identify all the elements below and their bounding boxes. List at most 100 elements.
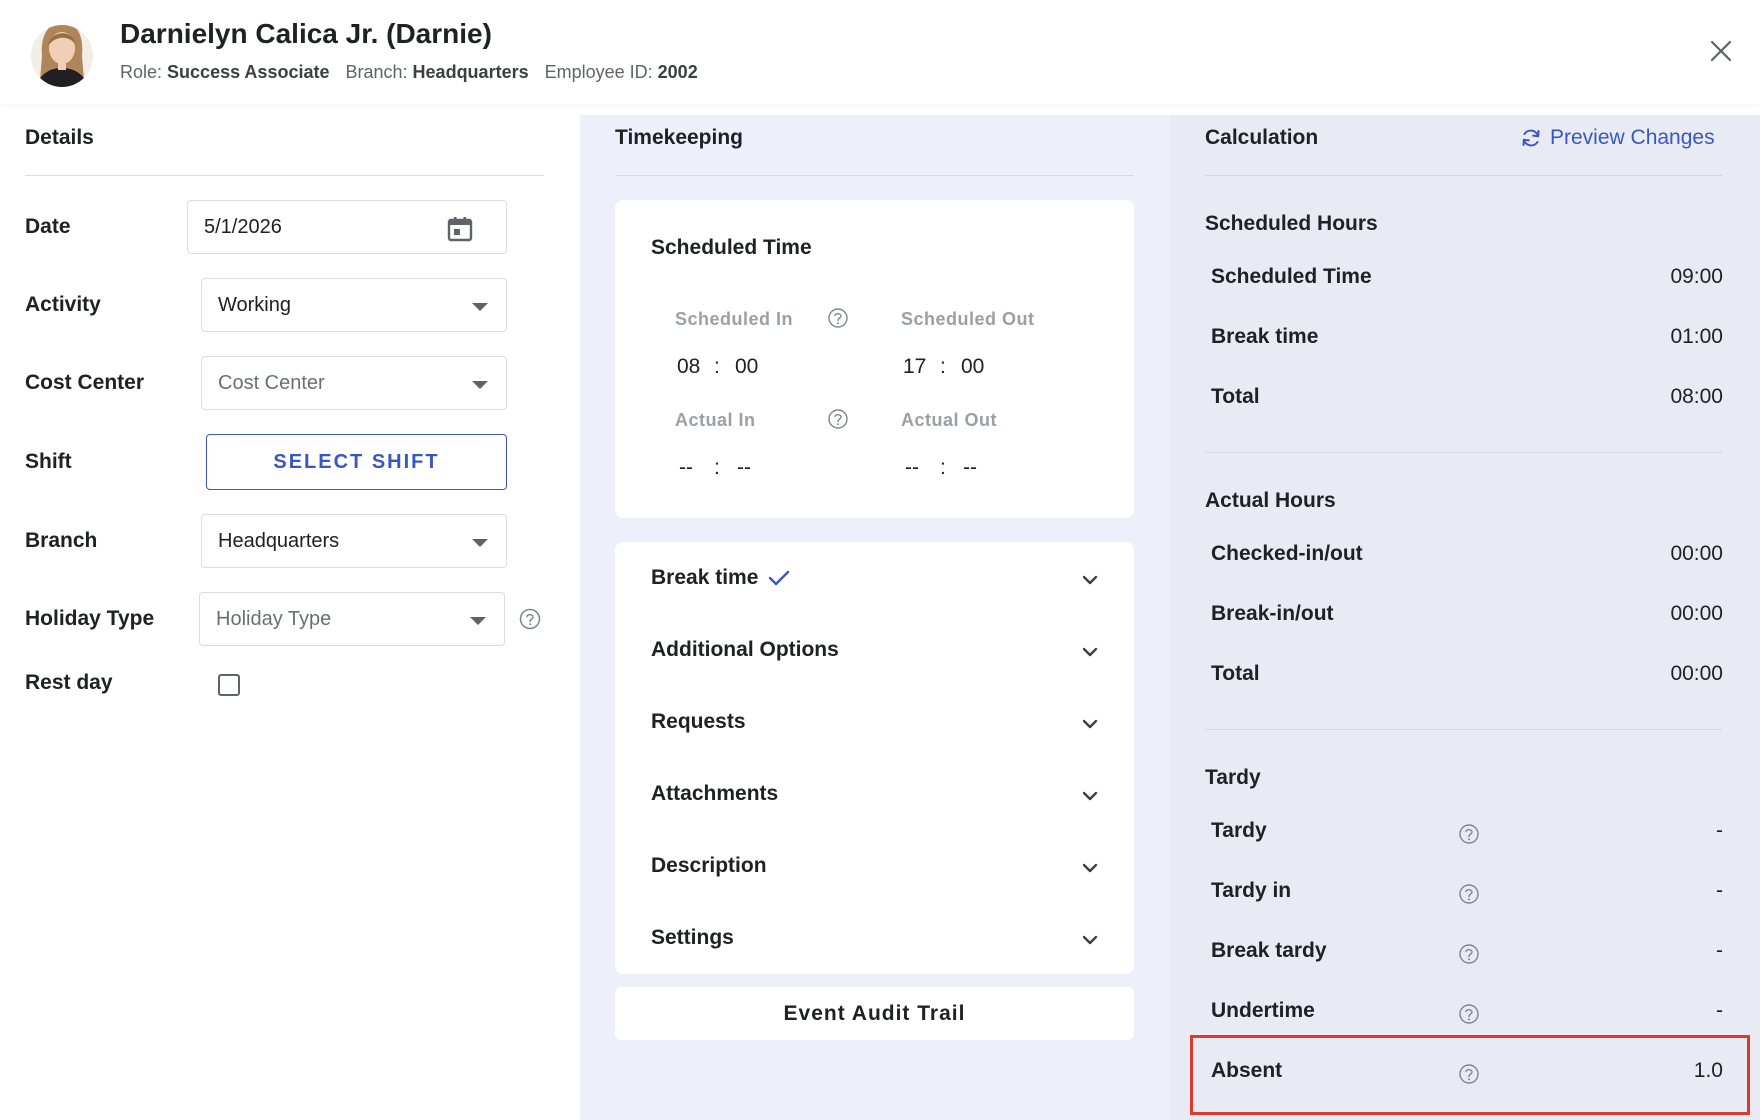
scheduled-out-hour[interactable]: 17 bbox=[903, 355, 926, 379]
chevron-down-icon[interactable] bbox=[1082, 647, 1098, 657]
accordion-description[interactable]: Description bbox=[651, 846, 1101, 886]
chevron-down-icon[interactable] bbox=[1082, 935, 1098, 945]
preview-changes-link[interactable]: Preview Changes bbox=[1520, 126, 1715, 150]
branch-info: Branch: Headquarters bbox=[345, 62, 529, 82]
accordion-settings[interactable]: Settings bbox=[651, 918, 1101, 958]
actual-out-minute[interactable]: -- bbox=[963, 456, 977, 480]
holiday-type-label: Holiday Type bbox=[25, 607, 155, 630]
chevron-down-icon[interactable] bbox=[1082, 863, 1098, 873]
calc-row-undertime: Undertime - bbox=[1211, 999, 1723, 1029]
date-value: 5/1/2026 bbox=[204, 215, 282, 238]
cost-center-placeholder: Cost Center bbox=[218, 371, 325, 394]
section-divider bbox=[1205, 729, 1722, 730]
chevron-down-icon bbox=[472, 381, 488, 389]
section-divider bbox=[1205, 452, 1722, 453]
help-icon[interactable] bbox=[1458, 943, 1480, 965]
calc-row-scheduled-total: Total 08:00 bbox=[1211, 385, 1723, 408]
activity-label: Activity bbox=[25, 293, 101, 316]
employee-id-info: Employee ID: 2002 bbox=[544, 62, 698, 82]
event-audit-trail-button[interactable]: Event Audit Trail bbox=[615, 987, 1134, 1040]
chevron-down-icon bbox=[470, 617, 486, 625]
chevron-down-icon[interactable] bbox=[1082, 791, 1098, 801]
close-icon[interactable] bbox=[1706, 36, 1736, 66]
employee-header: Darnielyn Calica Jr. (Darnie) Role: Succ… bbox=[0, 0, 1760, 104]
calc-row-tardy: Tardy - bbox=[1211, 819, 1723, 849]
chevron-down-icon bbox=[472, 539, 488, 547]
help-icon[interactable] bbox=[827, 307, 849, 329]
cost-center-label: Cost Center bbox=[25, 371, 145, 394]
preview-changes-label: Preview Changes bbox=[1550, 126, 1715, 149]
chevron-down-icon[interactable] bbox=[1082, 719, 1098, 729]
scheduled-in-hour[interactable]: 08 bbox=[677, 355, 700, 379]
accordion-label: Additional Options bbox=[651, 638, 839, 661]
rest-day-checkbox[interactable] bbox=[218, 674, 240, 696]
accordion-requests[interactable]: Requests bbox=[651, 702, 1101, 742]
employee-meta: Role: Success Associate Branch: Headquar… bbox=[120, 62, 698, 83]
accordion-additional-options[interactable]: Additional Options bbox=[651, 630, 1101, 670]
calc-row-break-in-out: Break-in/out 00:00 bbox=[1211, 602, 1723, 625]
accordion-label: Requests bbox=[651, 710, 746, 733]
role-info: Role: Success Associate bbox=[120, 62, 330, 82]
employee-name: Darnielyn Calica Jr. (Darnie) bbox=[120, 18, 492, 49]
scheduled-in-minute[interactable]: 00 bbox=[735, 355, 758, 379]
accordion-attachments[interactable]: Attachments bbox=[651, 774, 1101, 814]
help-icon[interactable] bbox=[827, 408, 849, 430]
check-icon bbox=[769, 570, 790, 586]
chevron-down-icon[interactable] bbox=[1082, 575, 1098, 585]
branch-select[interactable]: Headquarters bbox=[201, 514, 507, 568]
tardy-title: Tardy bbox=[1205, 766, 1261, 789]
timekeeping-divider bbox=[615, 175, 1134, 176]
help-icon[interactable] bbox=[1458, 823, 1480, 845]
cost-center-select[interactable]: Cost Center bbox=[201, 356, 507, 410]
employee-avatar bbox=[31, 25, 93, 87]
scheduled-time-title: Scheduled Time bbox=[651, 236, 812, 259]
branch-value: Headquarters bbox=[218, 529, 340, 552]
scheduled-hours-title: Scheduled Hours bbox=[1205, 212, 1378, 235]
chevron-down-icon bbox=[472, 303, 488, 311]
details-divider bbox=[25, 175, 544, 176]
accordion-label: Description bbox=[651, 854, 767, 877]
time-colon: : bbox=[940, 456, 946, 479]
activity-select[interactable]: Working bbox=[201, 278, 507, 332]
activity-value: Working bbox=[218, 293, 291, 316]
time-colon: : bbox=[940, 355, 946, 378]
actual-in-minute[interactable]: -- bbox=[737, 456, 751, 480]
help-icon[interactable] bbox=[1458, 1003, 1480, 1025]
time-colon: : bbox=[714, 456, 720, 479]
shift-label: Shift bbox=[25, 450, 72, 473]
scheduled-out-minute[interactable]: 00 bbox=[961, 355, 984, 379]
actual-in-hour[interactable]: -- bbox=[679, 456, 693, 480]
calc-row-actual-total: Total 00:00 bbox=[1211, 662, 1723, 685]
scheduled-out-label: Scheduled Out bbox=[901, 309, 1035, 329]
actual-hours-title: Actual Hours bbox=[1205, 489, 1336, 512]
calc-row-checked-in-out: Checked-in/out 00:00 bbox=[1211, 542, 1723, 565]
date-field[interactable]: 5/1/2026 bbox=[187, 200, 507, 254]
holiday-type-select[interactable]: Holiday Type bbox=[199, 592, 505, 646]
calc-row-break-time: Break time 01:00 bbox=[1211, 325, 1723, 348]
help-icon[interactable] bbox=[519, 608, 541, 630]
actual-out-label: Actual Out bbox=[901, 410, 998, 430]
accordion-break-time[interactable]: Break time bbox=[651, 558, 1101, 598]
scheduled-in-label: Scheduled In bbox=[675, 309, 794, 329]
accordion-label: Settings bbox=[651, 926, 734, 949]
accordion-card bbox=[615, 542, 1134, 974]
select-shift-button[interactable]: SELECT SHIFT bbox=[206, 434, 507, 490]
calc-row-tardy-in: Tardy in - bbox=[1211, 879, 1723, 909]
calculation-divider bbox=[1205, 175, 1722, 176]
actual-in-label: Actual In bbox=[675, 410, 756, 430]
holiday-type-placeholder: Holiday Type bbox=[216, 607, 332, 630]
time-colon: : bbox=[714, 355, 720, 378]
help-icon[interactable] bbox=[1458, 1063, 1480, 1085]
branch-label: Branch bbox=[25, 529, 98, 552]
calc-row-absent: Absent 1.0 bbox=[1211, 1059, 1723, 1089]
rest-day-label: Rest day bbox=[25, 671, 113, 694]
help-icon[interactable] bbox=[1458, 883, 1480, 905]
calc-row-break-tardy: Break tardy - bbox=[1211, 939, 1723, 969]
accordion-label: Break time bbox=[651, 566, 759, 589]
refresh-icon bbox=[1522, 129, 1540, 147]
timekeeping-title: Timekeeping bbox=[615, 126, 743, 149]
calendar-icon[interactable] bbox=[446, 215, 474, 243]
actual-out-hour[interactable]: -- bbox=[905, 456, 919, 480]
calculation-title: Calculation bbox=[1205, 126, 1319, 149]
details-title: Details bbox=[25, 126, 94, 149]
